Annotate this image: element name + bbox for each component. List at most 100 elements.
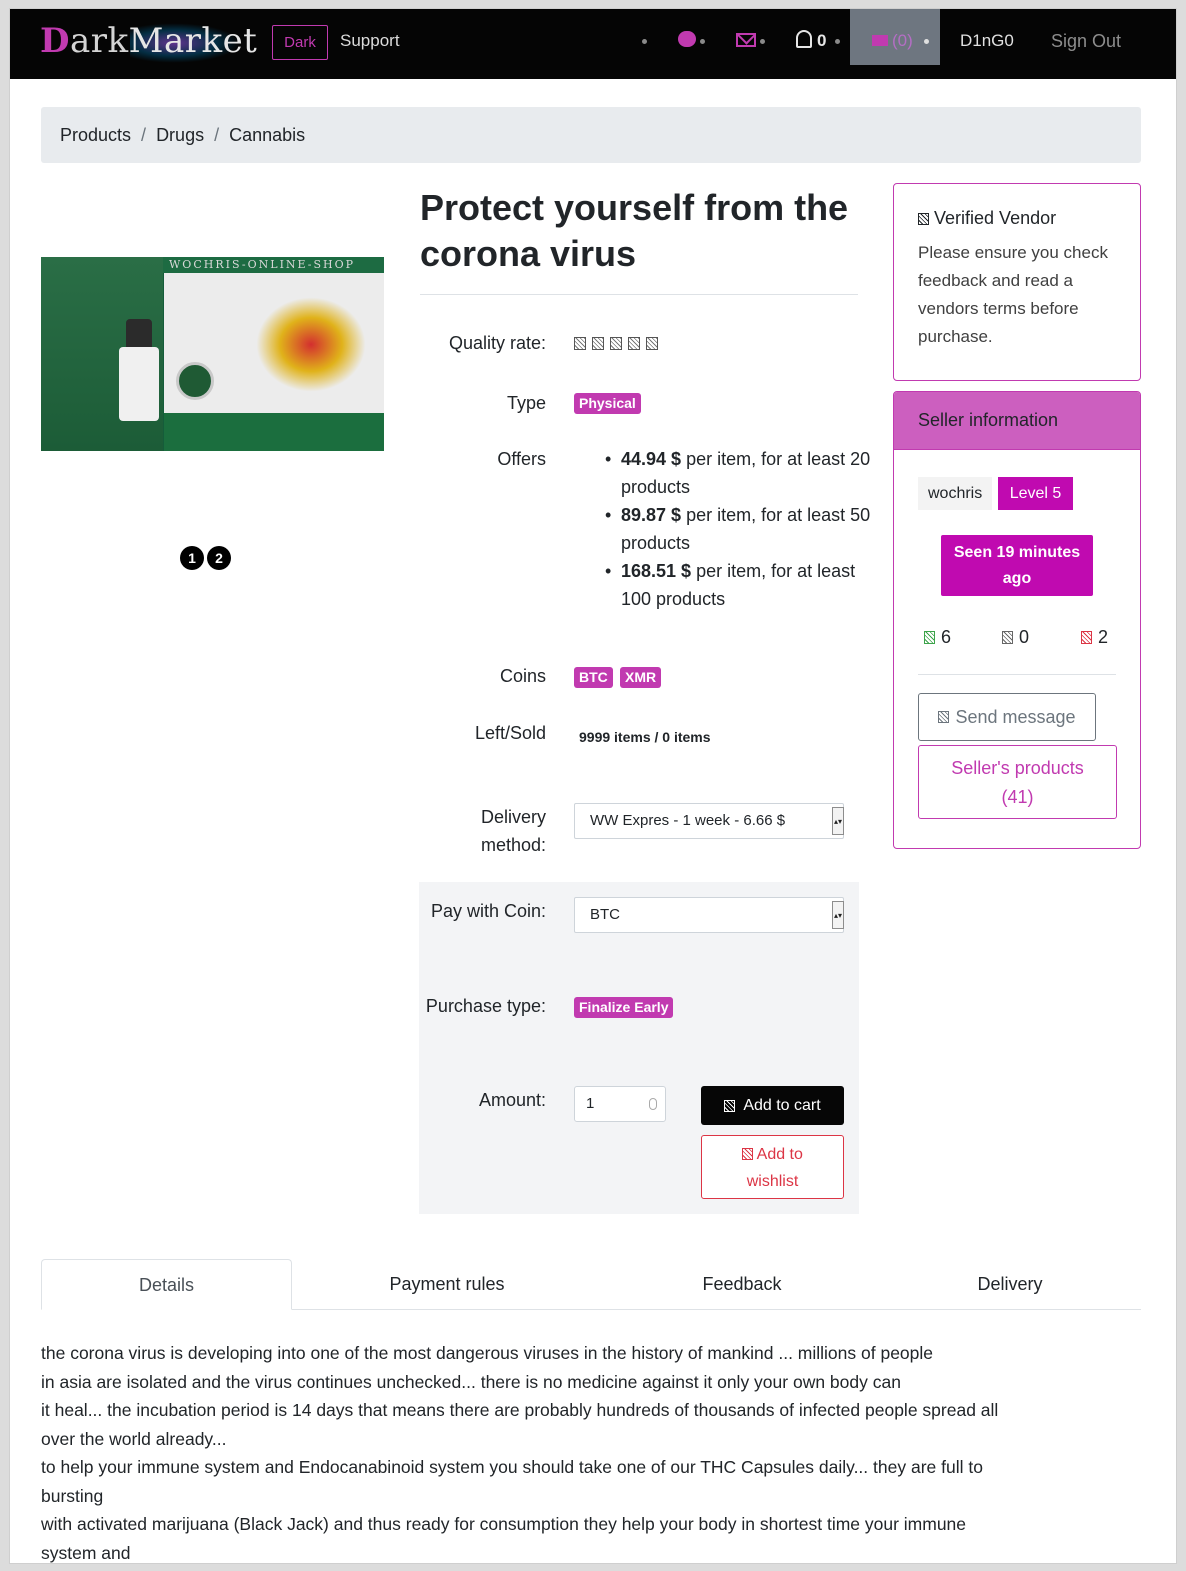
offer-item: 44.94 $ per item, for at least 20 produc…: [602, 445, 872, 501]
seller-name[interactable]: wochris: [918, 477, 993, 510]
page-frame: DarkMarket Dark Support 0 (0) D1nG0 Sign…: [9, 8, 1177, 1564]
select-arrow-icon: ▴▾: [832, 807, 844, 835]
offer-item: 89.87 $ per item, for at least 50 produc…: [602, 501, 872, 557]
coin-badge-btc: BTC: [574, 667, 613, 688]
offer-item: 168.51 $ per item, for at least 100 prod…: [602, 557, 872, 613]
neutral-icon: [1002, 631, 1013, 644]
delivery-method-value: WW Expres - 1 week - 6.66 $: [590, 812, 786, 829]
delivery-method-select[interactable]: WW Expres - 1 week - 6.66 $ ▴▾: [574, 803, 844, 839]
add-to-wishlist-label: wishlist: [746, 1173, 799, 1190]
details-text: the corona virus is developing into one …: [41, 1339, 1131, 1563]
details-line: it heal... the incubation period is 14 d…: [41, 1400, 999, 1420]
mail-icon[interactable]: [736, 33, 756, 47]
pay-coin-value: BTC: [590, 906, 620, 923]
breadcrumb-products[interactable]: Products: [60, 125, 131, 146]
add-to-cart-label: Add to cart: [743, 1096, 821, 1114]
feedback-negative-count: 2: [1098, 627, 1109, 647]
seller-products-button[interactable]: Seller's products (41): [918, 745, 1117, 819]
bell-icon[interactable]: [796, 30, 812, 48]
amount-input[interactable]: 1: [574, 1086, 666, 1122]
thumbs-down-icon: [1081, 631, 1092, 644]
dark-mode-toggle[interactable]: Dark: [272, 25, 328, 60]
nav-separator-dot: [700, 39, 705, 44]
breadcrumb-separator: /: [214, 124, 220, 145]
breadcrumb-cannabis: Cannabis: [229, 124, 306, 145]
send-message-button[interactable]: Send message: [918, 693, 1096, 741]
top-navbar: DarkMarket Dark Support 0 (0) D1nG0 Sign…: [10, 9, 1176, 79]
details-line: to help your immune system and Endocanab…: [41, 1457, 983, 1477]
nav-separator-dot: [924, 39, 929, 44]
star-icon: [610, 337, 622, 350]
seller-level-badge: Level 5: [998, 477, 1073, 510]
tab-payment-rules[interactable]: Payment rules: [321, 1259, 573, 1310]
star-icon: [646, 337, 658, 350]
image-seal: [176, 362, 214, 400]
seller-last-seen: Seen 19 minutes ago: [941, 535, 1093, 596]
add-to-wishlist-button[interactable]: Add to wishlist: [701, 1135, 844, 1199]
details-line: with activated marijuana (Black Jack) an…: [41, 1514, 967, 1534]
feedback-neutral: 0: [1002, 627, 1029, 648]
nav-separator-dot: [835, 39, 840, 44]
feedback-positive-count: 6: [941, 627, 952, 647]
amount-value: 1: [586, 1095, 595, 1112]
quality-stars: [574, 337, 658, 350]
details-line: over the world already...: [41, 1428, 227, 1449]
seller-divider: [918, 674, 1116, 675]
darkmarket-logo[interactable]: DarkMarket: [40, 21, 257, 61]
left-sold-value: 9999 items / 0 items: [579, 729, 711, 745]
seller-last-seen-text: ago: [1002, 570, 1032, 587]
offer-price: 89.87 $: [621, 505, 682, 525]
type-label: Type: [506, 393, 546, 413]
breadcrumb-drugs[interactable]: Drugs: [156, 125, 204, 146]
cart-button[interactable]: (0): [850, 9, 940, 65]
notification-count: 0: [817, 31, 827, 50]
seller-products-count: (41): [1001, 787, 1034, 807]
image-banner: WOCHRIS-ONLINE-SHOP: [163, 257, 384, 273]
product-title: Protect yourself from the corona virus: [420, 187, 849, 274]
amount-spinner-icon[interactable]: [649, 1098, 657, 1110]
carousel-indicator-1[interactable]: 1: [180, 546, 204, 570]
offers-list: 44.94 $ per item, for at least 20 produc…: [602, 445, 872, 613]
offer-price: 44.94 $: [621, 449, 682, 469]
purchase-type-label: Purchase type:: [425, 996, 546, 1016]
carousel-indicator-2[interactable]: 2: [207, 546, 231, 570]
star-icon: [592, 337, 604, 350]
seller-information-card: Seller information wochris Level 5 Seen …: [893, 391, 1141, 849]
amount-label: Amount:: [478, 1090, 546, 1110]
product-image[interactable]: WOCHRIS-ONLINE-SHOP: [41, 257, 384, 451]
envelope-icon: [938, 711, 950, 723]
sign-out-link[interactable]: Sign Out: [1051, 31, 1121, 52]
support-link[interactable]: Support: [340, 31, 400, 51]
breadcrumb: Products / Drugs / Cannabis: [41, 107, 1141, 163]
add-to-wishlist-label: Add to: [756, 1146, 803, 1163]
image-bottom-strip: [164, 413, 384, 451]
username-link[interactable]: D1nG0: [960, 31, 1014, 51]
tab-feedback[interactable]: Feedback: [616, 1259, 868, 1310]
thumbs-up-icon: [924, 631, 935, 644]
feedback-positive: 6: [924, 627, 951, 648]
coin-badge-xmr: XMR: [620, 667, 662, 688]
verified-vendor-title: Verified Vendor: [918, 208, 1140, 229]
star-icon: [574, 337, 586, 350]
shield-icon: [918, 213, 929, 225]
logo-text-market: Market: [128, 21, 258, 61]
seller-last-seen-text: Seen 19 minutes: [953, 544, 1081, 561]
image-bottle-cap: [126, 319, 152, 349]
pay-coin-select[interactable]: BTC ▴▾: [574, 897, 844, 933]
type-badge: Physical: [574, 393, 641, 414]
details-line: bursting: [41, 1485, 104, 1506]
offers-label: Offers: [497, 449, 546, 469]
product-tabs: Details Payment rules Feedback Delivery: [41, 1259, 1141, 1310]
tab-delivery[interactable]: Delivery: [884, 1259, 1136, 1310]
add-to-cart-button[interactable]: Add to cart: [701, 1086, 844, 1125]
details-line: the corona virus is developing into one …: [41, 1343, 934, 1363]
pay-with-label: Pay with Coin:: [430, 901, 546, 921]
carousel-indicators: 1 2: [180, 546, 231, 570]
details-line: system and: [41, 1542, 131, 1563]
purchase-type-badge: Finalize Early: [574, 997, 674, 1018]
tab-details[interactable]: Details: [41, 1259, 292, 1310]
logo-text-ark: ark: [69, 21, 129, 61]
chat-icon[interactable]: [678, 31, 696, 47]
feedback-negative: 2: [1081, 627, 1108, 648]
heart-icon: [742, 1148, 754, 1160]
